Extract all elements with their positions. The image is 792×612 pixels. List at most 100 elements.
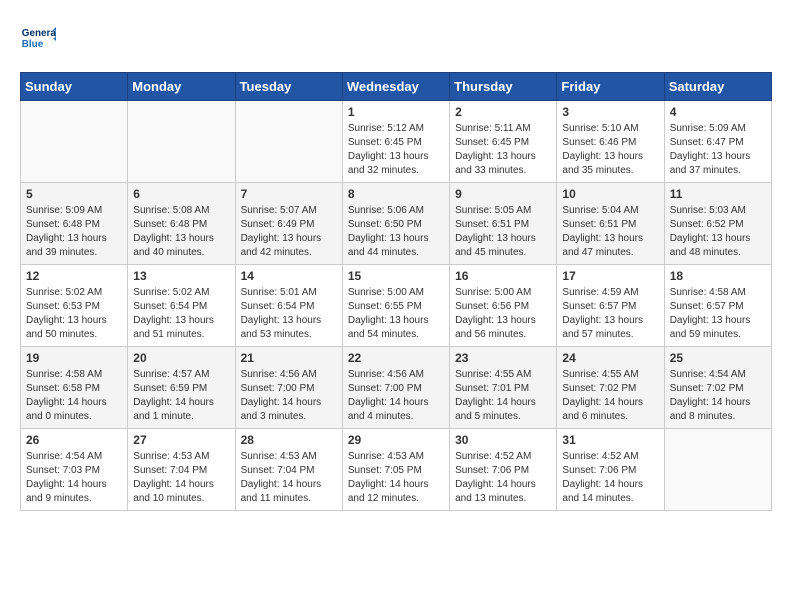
day-number: 18	[670, 269, 766, 283]
calendar-cell: 23Sunrise: 4:55 AMSunset: 7:01 PMDayligh…	[450, 347, 557, 429]
day-number: 25	[670, 351, 766, 365]
logo: General Blue	[20, 20, 60, 56]
calendar-cell: 31Sunrise: 4:52 AMSunset: 7:06 PMDayligh…	[557, 429, 664, 511]
day-info: Sunrise: 5:01 AMSunset: 6:54 PMDaylight:…	[241, 286, 337, 342]
day-info: Sunrise: 5:04 AMSunset: 6:51 PMDaylight:…	[562, 204, 658, 260]
calendar-cell	[21, 101, 128, 183]
weekday-header-saturday: Saturday	[664, 73, 771, 101]
day-number: 4	[670, 105, 766, 119]
calendar-cell: 19 Sunrise: 4:58 AMSunset: 6:58 PMDayligh…	[21, 347, 128, 429]
day-number: 10	[562, 187, 658, 201]
day-info: Sunrise: 5:00 AMSunset: 6:56 PMDaylight:…	[455, 286, 551, 342]
day-info: Sunrise: 5:09 AMSunset: 6:47 PMDaylight:…	[670, 122, 766, 178]
calendar-cell: 24 Sunrise: 4:55 AMSunset: 7:02 PMDayligh…	[557, 347, 664, 429]
calendar-cell: 26 Sunrise: 4:54 AMSunset: 7:03 PMDayligh…	[21, 429, 128, 511]
calendar-cell: 7Sunrise: 5:07 AMSunset: 6:49 PMDaylight…	[235, 183, 342, 265]
svg-text:Blue: Blue	[22, 39, 44, 50]
day-info: Sunrise: 4:57 AMSunset: 6:59 PMDaylight:…	[133, 368, 229, 424]
day-number: 28	[241, 433, 337, 447]
day-info: Sunrise: 4:54 AMSunset: 7:03 PMDaylight:…	[26, 450, 122, 506]
calendar-cell: 29 Sunrise: 4:53 AMSunset: 7:05 PMDayligh…	[342, 429, 449, 511]
calendar-cell: 11 Sunrise: 5:03 AMSunset: 6:52 PMDayligh…	[664, 183, 771, 265]
weekday-header-monday: Monday	[128, 73, 235, 101]
day-number: 22	[348, 351, 444, 365]
calendar-cell: 6 Sunrise: 5:08 AMSunset: 6:48 PMDaylight…	[128, 183, 235, 265]
calendar-week-3: 12 Sunrise: 5:02 AMSunset: 6:53 PMDayligh…	[21, 265, 772, 347]
day-info: Sunrise: 4:52 AMSunset: 7:06 PMDaylight:…	[562, 450, 658, 506]
day-info: Sunrise: 5:08 AMSunset: 6:48 PMDaylight:…	[133, 204, 229, 260]
day-number: 14	[241, 269, 337, 283]
weekday-header-tuesday: Tuesday	[235, 73, 342, 101]
calendar-cell: 20Sunrise: 4:57 AMSunset: 6:59 PMDayligh…	[128, 347, 235, 429]
day-number: 26	[26, 433, 122, 447]
day-info: Sunrise: 4:59 AMSunset: 6:57 PMDaylight:…	[562, 286, 658, 342]
calendar-week-4: 19 Sunrise: 4:58 AMSunset: 6:58 PMDayligh…	[21, 347, 772, 429]
day-number: 2	[455, 105, 551, 119]
day-number: 24	[562, 351, 658, 365]
day-info: Sunrise: 5:06 AMSunset: 6:50 PMDaylight:…	[348, 204, 444, 260]
day-info: Sunrise: 4:53 AMSunset: 7:05 PMDaylight:…	[348, 450, 444, 506]
calendar-cell: 8Sunrise: 5:06 AMSunset: 6:50 PMDaylight…	[342, 183, 449, 265]
day-info: Sunrise: 4:55 AMSunset: 7:02 PMDaylight:…	[562, 368, 658, 424]
calendar-cell: 14 Sunrise: 5:01 AMSunset: 6:54 PMDayligh…	[235, 265, 342, 347]
day-number: 13	[133, 269, 229, 283]
weekday-header-sunday: Sunday	[21, 73, 128, 101]
svg-text:General: General	[22, 28, 56, 39]
day-number: 27	[133, 433, 229, 447]
calendar-cell: 27 Sunrise: 4:53 AMSunset: 7:04 PMDayligh…	[128, 429, 235, 511]
calendar-cell: 15 Sunrise: 5:00 AMSunset: 6:55 PMDayligh…	[342, 265, 449, 347]
day-number: 9	[455, 187, 551, 201]
day-info: Sunrise: 4:56 AMSunset: 7:00 PMDaylight:…	[241, 368, 337, 424]
day-number: 6	[133, 187, 229, 201]
day-info: Sunrise: 5:00 AMSunset: 6:55 PMDaylight:…	[348, 286, 444, 342]
day-info: Sunrise: 5:11 AMSunset: 6:45 PMDaylight:…	[455, 122, 551, 178]
day-info: Sunrise: 5:05 AMSunset: 6:51 PMDaylight:…	[455, 204, 551, 260]
day-number: 3	[562, 105, 658, 119]
calendar-cell	[128, 101, 235, 183]
calendar-cell: 5Sunrise: 5:09 AMSunset: 6:48 PMDaylight…	[21, 183, 128, 265]
day-number: 12	[26, 269, 122, 283]
day-info: Sunrise: 4:53 AMSunset: 7:04 PMDaylight:…	[133, 450, 229, 506]
calendar-cell: 28Sunrise: 4:53 AMSunset: 7:04 PMDayligh…	[235, 429, 342, 511]
day-number: 11	[670, 187, 766, 201]
day-info: Sunrise: 4:52 AMSunset: 7:06 PMDaylight:…	[455, 450, 551, 506]
day-number: 17	[562, 269, 658, 283]
calendar-cell	[235, 101, 342, 183]
calendar-cell: 4 Sunrise: 5:09 AMSunset: 6:47 PMDaylight…	[664, 101, 771, 183]
day-info: Sunrise: 5:03 AMSunset: 6:52 PMDaylight:…	[670, 204, 766, 260]
day-number: 19	[26, 351, 122, 365]
day-info: Sunrise: 5:02 AMSunset: 6:54 PMDaylight:…	[133, 286, 229, 342]
day-number: 21	[241, 351, 337, 365]
calendar-table: SundayMondayTuesdayWednesdayThursdayFrid…	[20, 72, 772, 511]
calendar-week-5: 26 Sunrise: 4:54 AMSunset: 7:03 PMDayligh…	[21, 429, 772, 511]
page-header: General Blue	[20, 20, 772, 56]
calendar-cell: 12 Sunrise: 5:02 AMSunset: 6:53 PMDayligh…	[21, 265, 128, 347]
weekday-header-thursday: Thursday	[450, 73, 557, 101]
calendar-cell: 2 Sunrise: 5:11 AMSunset: 6:45 PMDaylight…	[450, 101, 557, 183]
calendar-cell: 9 Sunrise: 5:05 AMSunset: 6:51 PMDaylight…	[450, 183, 557, 265]
day-info: Sunrise: 5:07 AMSunset: 6:49 PMDaylight:…	[241, 204, 337, 260]
day-info: Sunrise: 5:02 AMSunset: 6:53 PMDaylight:…	[26, 286, 122, 342]
calendar-cell: 22Sunrise: 4:56 AMSunset: 7:00 PMDayligh…	[342, 347, 449, 429]
day-info: Sunrise: 4:58 AMSunset: 6:58 PMDaylight:…	[26, 368, 122, 424]
calendar-cell: 17 Sunrise: 4:59 AMSunset: 6:57 PMDayligh…	[557, 265, 664, 347]
weekday-header-wednesday: Wednesday	[342, 73, 449, 101]
calendar-cell: 16 Sunrise: 5:00 AMSunset: 6:56 PMDayligh…	[450, 265, 557, 347]
calendar-cell	[664, 429, 771, 511]
calendar-cell: 3Sunrise: 5:10 AMSunset: 6:46 PMDaylight…	[557, 101, 664, 183]
day-info: Sunrise: 4:55 AMSunset: 7:01 PMDaylight:…	[455, 368, 551, 424]
day-number: 29	[348, 433, 444, 447]
weekday-header-friday: Friday	[557, 73, 664, 101]
calendar-cell: 25Sunrise: 4:54 AMSunset: 7:02 PMDayligh…	[664, 347, 771, 429]
day-number: 16	[455, 269, 551, 283]
calendar-week-2: 5Sunrise: 5:09 AMSunset: 6:48 PMDaylight…	[21, 183, 772, 265]
weekday-header-row: SundayMondayTuesdayWednesdayThursdayFrid…	[21, 73, 772, 101]
calendar-week-1: 1Sunrise: 5:12 AMSunset: 6:45 PMDaylight…	[21, 101, 772, 183]
day-number: 1	[348, 105, 444, 119]
calendar-cell: 13 Sunrise: 5:02 AMSunset: 6:54 PMDayligh…	[128, 265, 235, 347]
logo-icon: General Blue	[20, 20, 56, 56]
calendar-cell: 21 Sunrise: 4:56 AMSunset: 7:00 PMDayligh…	[235, 347, 342, 429]
calendar-cell: 18Sunrise: 4:58 AMSunset: 6:57 PMDayligh…	[664, 265, 771, 347]
calendar-cell: 1Sunrise: 5:12 AMSunset: 6:45 PMDaylight…	[342, 101, 449, 183]
day-number: 15	[348, 269, 444, 283]
